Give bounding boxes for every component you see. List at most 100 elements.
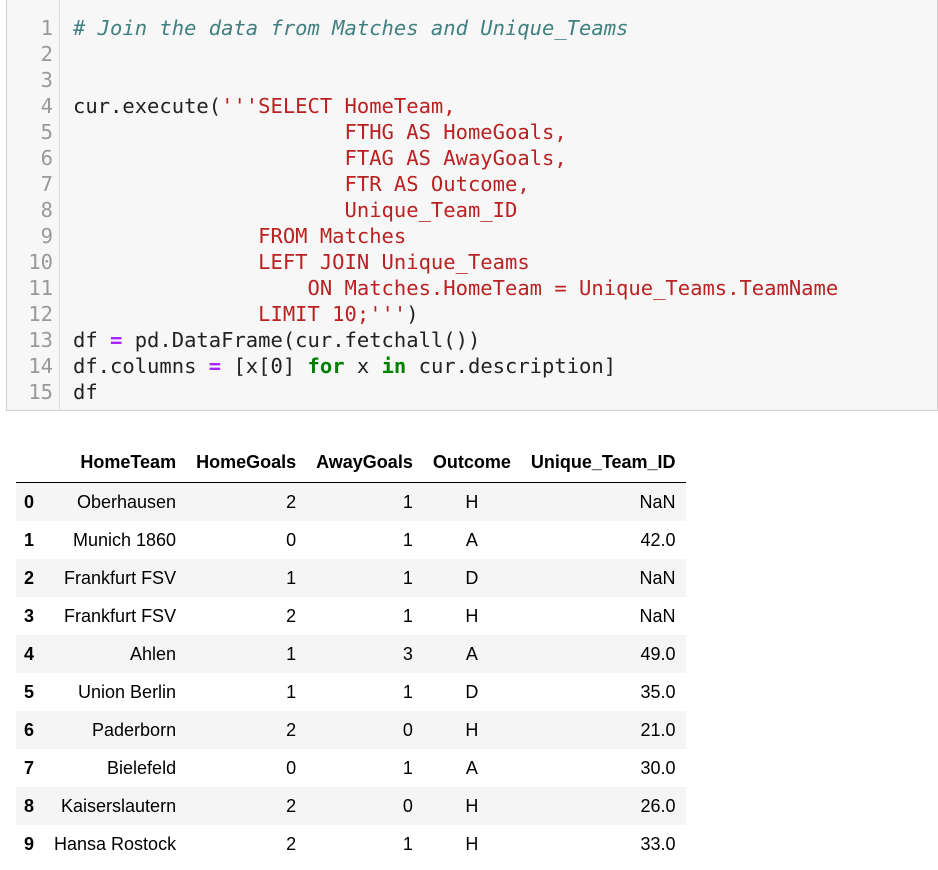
- cell-hometeam: Frankfurt FSV: [64, 605, 177, 626]
- line-number: 7: [40, 172, 53, 196]
- cell-outcome: A: [465, 529, 478, 550]
- cell-outcome: D: [465, 567, 479, 588]
- cell-awaygoals: 1: [402, 681, 413, 702]
- code-line: 8 Unique_Team_ID: [7, 197, 937, 223]
- cell-unique-team-id: 26.0: [640, 795, 676, 816]
- code-token: FTHG AS HomeGoals,: [73, 120, 567, 144]
- line-number: 14: [28, 354, 53, 378]
- code-token: =: [208, 354, 222, 378]
- cell-hometeam: Kaiserslautern: [61, 795, 177, 816]
- code-token: [x[0]: [221, 354, 308, 378]
- column-header-outcome: Outcome: [422, 442, 521, 483]
- code-text: df.columns = [x[0] for x in cur.descript…: [73, 353, 616, 379]
- cell-homegoals: 1: [286, 567, 297, 588]
- table-row: 0 Oberhausen 2 1 H NaN: [16, 482, 686, 521]
- cell-homegoals: 0: [286, 529, 297, 550]
- line-number: 1: [40, 16, 53, 40]
- table-row: 3 Frankfurt FSV 2 1 H NaN: [16, 597, 686, 635]
- code-token: in: [381, 354, 407, 378]
- code-token: x: [344, 354, 382, 378]
- row-index: 9: [24, 833, 35, 854]
- table-row: 6 Paderborn 2 0 H 21.0: [16, 711, 686, 749]
- dataframe-output: HomeTeam HomeGoals AwayGoals Outcome Uni…: [16, 442, 686, 863]
- cell-homegoals: 2: [286, 833, 297, 854]
- code-text: LIMIT 10;'''): [73, 301, 418, 327]
- code-cell[interactable]: 1 # Join the data from Matches and Unique…: [6, 0, 938, 411]
- line-number: 6: [40, 146, 53, 170]
- line-number: 5: [40, 120, 53, 144]
- code-line: 1 # Join the data from Matches and Unique…: [7, 15, 937, 41]
- line-number: 9: [40, 224, 53, 248]
- cell-outcome: A: [465, 643, 478, 664]
- code-text: df = pd.DataFrame(cur.fetchall()): [73, 327, 480, 353]
- index-header: [16, 442, 45, 483]
- table-body: 0 Oberhausen 2 1 H NaN 1 Munich 1860 0 1 A 42.0 2 Fra…: [16, 482, 686, 863]
- cell-outcome: H: [465, 795, 479, 816]
- code-line: 7 FTR AS Outcome,: [7, 171, 937, 197]
- code-token: for: [307, 354, 345, 378]
- cell-outcome: A: [465, 757, 478, 778]
- code-text: LEFT JOIN Unique_Teams: [73, 249, 530, 275]
- cell-homegoals: 2: [286, 491, 297, 512]
- cell-homegoals: 2: [286, 795, 297, 816]
- cell-unique-team-id: NaN: [639, 491, 676, 512]
- cell-hometeam: Paderborn: [92, 719, 177, 740]
- code-line: 14 df.columns = [x[0] for x in cur.descri…: [7, 353, 937, 379]
- cell-unique-team-id: NaN: [639, 567, 676, 588]
- table-row: 7 Bielefeld 0 1 A 30.0: [16, 749, 686, 787]
- cell-hometeam: Hansa Rostock: [54, 833, 177, 854]
- code-text: Unique_Team_ID: [73, 197, 518, 223]
- code-token: # Join the data from Matches and Unique_…: [73, 16, 629, 40]
- cell-awaygoals: 1: [402, 757, 413, 778]
- code-line: 13 df = pd.DataFrame(cur.fetchall()): [7, 327, 937, 353]
- code-token: =: [110, 328, 123, 352]
- code-token: df.columns: [73, 354, 209, 378]
- table-row: 4 Ahlen 1 3 A 49.0: [16, 635, 686, 673]
- code-text: FROM Matches: [73, 223, 406, 249]
- cell-hometeam: Union Berlin: [78, 681, 177, 702]
- cell-awaygoals: 0: [402, 719, 413, 740]
- cell-hometeam: Bielefeld: [107, 757, 177, 778]
- code-line: 10 LEFT JOIN Unique_Teams: [7, 249, 937, 275]
- line-number: 3: [40, 68, 53, 92]
- cell-awaygoals: 1: [402, 491, 413, 512]
- code-line: 15 df: [7, 379, 937, 405]
- code-token: LIMIT 10;''': [73, 302, 407, 326]
- row-index: 0: [24, 491, 35, 512]
- cell-awaygoals: 1: [402, 833, 413, 854]
- code-text: df: [73, 379, 98, 405]
- cell-unique-team-id: 33.0: [640, 833, 676, 854]
- code-line: 12 LIMIT 10;'''): [7, 301, 937, 327]
- code-line: 2: [7, 41, 937, 67]
- code-line: 5 FTHG AS HomeGoals,: [7, 119, 937, 145]
- cell-hometeam: Ahlen: [130, 643, 177, 664]
- code-text: cur.execute('''SELECT HomeTeam,: [73, 93, 456, 119]
- cell-outcome: D: [465, 681, 479, 702]
- cell-homegoals: 1: [286, 643, 297, 664]
- line-number: 12: [28, 302, 53, 326]
- code-token: FTR AS Outcome,: [73, 172, 530, 196]
- cell-outcome: H: [465, 833, 479, 854]
- row-index: 6: [24, 719, 35, 740]
- code-text: # Join the data from Matches and Unique_…: [73, 15, 628, 41]
- table-header-row: HomeTeam HomeGoals AwayGoals Outcome Uni…: [16, 442, 686, 483]
- column-header-awaygoals: AwayGoals: [306, 442, 423, 483]
- line-number: 11: [28, 276, 53, 300]
- code-token: cur.description]: [406, 354, 617, 378]
- code-line: 4 cur.execute('''SELECT HomeTeam,: [7, 93, 937, 119]
- column-header-unique-team-id: Unique_Team_ID: [520, 442, 686, 483]
- column-header-homegoals: HomeGoals: [186, 442, 307, 483]
- line-number: 10: [28, 250, 53, 274]
- code-token: ON Matches.HomeTeam = Unique_Teams.TeamN…: [73, 276, 839, 300]
- cell-hometeam: Oberhausen: [77, 491, 177, 512]
- code-text: FTAG AS AwayGoals,: [73, 145, 567, 171]
- table-row: 5 Union Berlin 1 1 D 35.0: [16, 673, 686, 711]
- code-line: 11 ON Matches.HomeTeam = Unique_Teams.Te…: [7, 275, 937, 301]
- line-number: 13: [28, 328, 53, 352]
- table-row: 9 Hansa Rostock 2 1 H 33.0: [16, 825, 686, 863]
- cell-unique-team-id: 49.0: [640, 643, 676, 664]
- cell-awaygoals: 1: [402, 567, 413, 588]
- code-token: LEFT JOIN Unique_Teams: [73, 250, 530, 274]
- code-line: 9 FROM Matches: [7, 223, 937, 249]
- code-token: Unique_Team_ID: [73, 198, 518, 222]
